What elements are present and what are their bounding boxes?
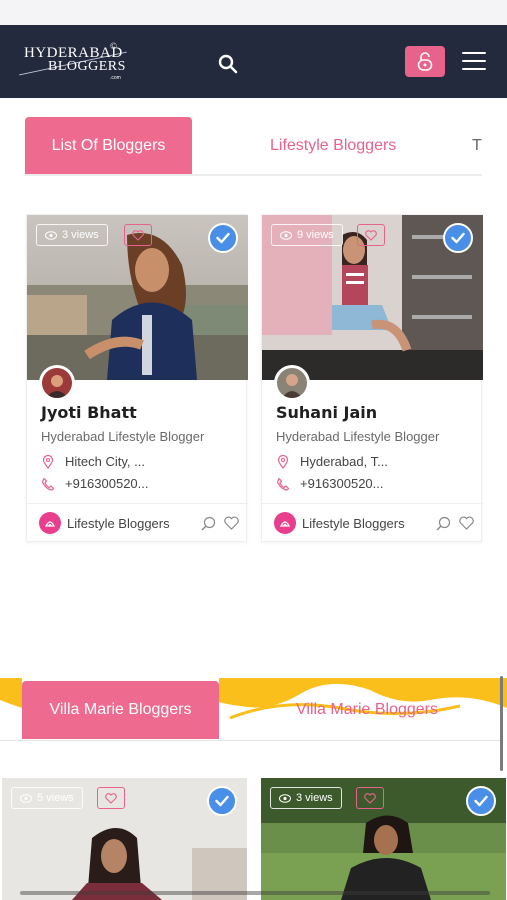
avatar[interactable] bbox=[39, 365, 75, 401]
check-badge-icon bbox=[451, 232, 465, 244]
views-counter: 3 views bbox=[36, 224, 108, 246]
phone-row: +916300520... bbox=[41, 476, 149, 491]
home-indicator bbox=[20, 891, 490, 895]
blogger-card[interactable]: 9 views Suhani Jain Hyderabad Lifestyle … bbox=[261, 214, 483, 542]
blogger-card[interactable]: 3 views bbox=[261, 778, 506, 900]
phone-text[interactable]: +916300520... bbox=[65, 476, 149, 491]
location-text: Hitech City, ... bbox=[65, 454, 145, 469]
favorite-button[interactable] bbox=[356, 787, 384, 809]
lock-open-icon bbox=[417, 51, 433, 71]
tab-truncated[interactable]: T bbox=[472, 117, 482, 175]
location-text: Hyderabad, T... bbox=[300, 454, 388, 469]
phone-icon bbox=[276, 476, 290, 491]
blogger-card[interactable]: 5 views bbox=[2, 778, 247, 900]
location-pin-icon bbox=[42, 454, 54, 469]
hamburger-menu-icon[interactable] bbox=[462, 52, 486, 72]
blogger-subtitle: Hyderabad Lifestyle Blogger bbox=[276, 429, 440, 444]
blogger-photo[interactable]: 9 views bbox=[262, 215, 483, 380]
avatar-image bbox=[42, 368, 72, 398]
phone-text[interactable]: +916300520... bbox=[300, 476, 384, 491]
heart-icon[interactable] bbox=[459, 516, 474, 530]
heart-icon bbox=[105, 792, 117, 804]
views-text: 3 views bbox=[62, 229, 99, 241]
eye-icon bbox=[20, 793, 32, 803]
check-badge-icon bbox=[474, 795, 488, 807]
logo-line2: BLOGGERS bbox=[48, 59, 126, 74]
check-badge-icon bbox=[216, 232, 230, 244]
avatar[interactable] bbox=[274, 365, 310, 401]
search-user-icon[interactable] bbox=[201, 516, 216, 531]
card-divider bbox=[27, 503, 248, 504]
verified-badge bbox=[207, 786, 237, 816]
category-tabs: List Of Bloggers Lifestyle Bloggers T bbox=[25, 117, 483, 177]
heart-icon bbox=[364, 792, 376, 804]
favorite-button[interactable] bbox=[357, 224, 385, 246]
tab-villa-marie-bloggers-2[interactable]: Villa Marie Bloggers bbox=[296, 681, 438, 739]
location-row: Hitech City, ... bbox=[41, 454, 145, 469]
tabs-underline bbox=[0, 740, 500, 741]
site-logo[interactable]: HYDERABAD © BLOGGERS .com bbox=[18, 41, 138, 83]
search-user-icon[interactable] bbox=[436, 516, 451, 531]
eye-icon bbox=[280, 230, 292, 240]
tab-list-of-bloggers[interactable]: List Of Bloggers bbox=[25, 117, 192, 175]
eye-icon bbox=[45, 230, 57, 240]
views-counter: 5 views bbox=[11, 787, 83, 809]
login-button[interactable] bbox=[405, 46, 445, 77]
card-footer: Lifestyle Bloggers bbox=[274, 511, 474, 535]
lifestyle-category-icon bbox=[274, 512, 296, 534]
favorite-button[interactable] bbox=[124, 224, 152, 246]
eye-icon bbox=[279, 793, 291, 803]
card-divider bbox=[262, 503, 483, 504]
views-text: 3 views bbox=[296, 792, 333, 804]
blogger-card[interactable]: 3 views Jyoti Bhatt Hyderabad Lifestyle … bbox=[26, 214, 248, 542]
blogger-subtitle: Hyderabad Lifestyle Blogger bbox=[41, 429, 205, 444]
location-row: Hyderabad, T... bbox=[276, 454, 388, 469]
verified-badge bbox=[443, 223, 473, 253]
avatar-image bbox=[277, 368, 307, 398]
logo-suffix: .com bbox=[110, 75, 121, 81]
tab-villa-marie-bloggers[interactable]: Villa Marie Bloggers bbox=[22, 681, 219, 739]
logo-copyright-mark: © bbox=[110, 41, 117, 51]
category-label[interactable]: Lifestyle Bloggers bbox=[67, 516, 170, 531]
check-badge-icon bbox=[215, 795, 229, 807]
blogger-photo[interactable]: 3 views bbox=[27, 215, 248, 380]
heart-icon[interactable] bbox=[224, 516, 239, 530]
views-text: 9 views bbox=[297, 229, 334, 241]
location-pin-icon bbox=[277, 454, 289, 469]
verified-badge bbox=[466, 786, 496, 816]
status-bar bbox=[0, 0, 507, 25]
views-text: 5 views bbox=[37, 792, 74, 804]
category-label[interactable]: Lifestyle Bloggers bbox=[302, 516, 405, 531]
heart-icon bbox=[365, 229, 377, 241]
card-footer: Lifestyle Bloggers bbox=[39, 511, 239, 535]
views-counter: 9 views bbox=[271, 224, 343, 246]
tabs-underline bbox=[25, 174, 482, 176]
heart-icon bbox=[132, 229, 144, 241]
top-navigation-bar: HYDERABAD © BLOGGERS .com bbox=[0, 25, 507, 98]
phone-icon bbox=[41, 476, 55, 491]
search-icon[interactable] bbox=[218, 54, 238, 74]
lifestyle-category-icon bbox=[39, 512, 61, 534]
phone-row: +916300520... bbox=[276, 476, 384, 491]
blogger-name[interactable]: Jyoti Bhatt bbox=[41, 403, 137, 422]
scroll-indicator[interactable] bbox=[500, 676, 503, 771]
blogger-name[interactable]: Suhani Jain bbox=[276, 403, 377, 422]
views-counter: 3 views bbox=[270, 787, 342, 809]
tab-lifestyle-bloggers[interactable]: Lifestyle Bloggers bbox=[270, 117, 396, 175]
verified-badge bbox=[208, 223, 238, 253]
favorite-button[interactable] bbox=[97, 787, 125, 809]
